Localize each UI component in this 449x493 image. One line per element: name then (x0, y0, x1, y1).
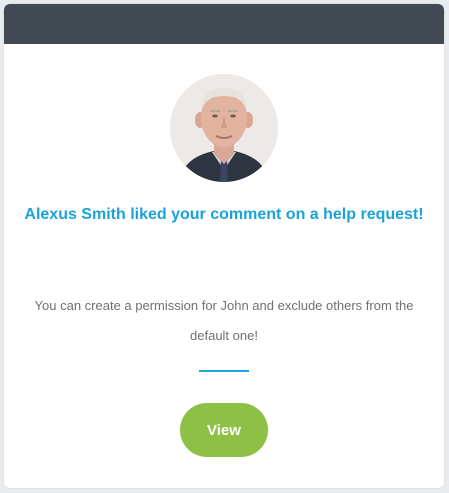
view-button[interactable]: View (180, 403, 268, 457)
notification-headline: Alexus Smith liked your comment on a hel… (24, 206, 424, 223)
avatar-photo (170, 74, 278, 182)
card-header (4, 4, 444, 44)
divider (199, 370, 249, 372)
avatar (170, 74, 278, 182)
notification-message: You can create a permission for John and… (34, 298, 414, 343)
notification-card: Alexus Smith liked your comment on a hel… (4, 4, 444, 488)
